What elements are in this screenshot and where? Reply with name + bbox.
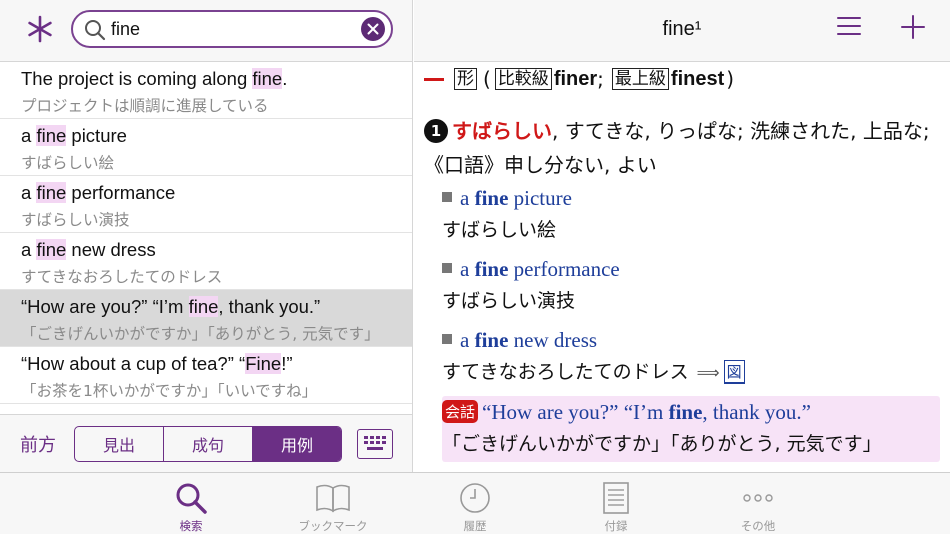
result-item[interactable]: a fine performance すばらしい演技 bbox=[0, 176, 412, 233]
search-mode-bar: 前方 見出 成句 用例 bbox=[0, 414, 412, 472]
result-japanese: すばらしい演技 bbox=[21, 211, 130, 229]
paren-close: ) bbox=[726, 67, 735, 91]
example-item: a fine performance すばらしい演技 bbox=[442, 257, 942, 313]
result-english: a fine performance bbox=[21, 182, 176, 203]
tab-label: 履歴 bbox=[463, 519, 487, 533]
conversation-example: 会話 “How are you?” “I’m fine, thank you.” … bbox=[442, 396, 940, 462]
tab-label: 付録 bbox=[604, 519, 628, 533]
sense-number: 1 bbox=[424, 119, 448, 143]
tab-bookmarks[interactable]: ブックマーク bbox=[278, 477, 388, 533]
superlative-label: 最上級 bbox=[611, 68, 669, 90]
conversation-japanese: 「ごきげんいかがですか」「ありがとう, 元気です」 bbox=[442, 433, 882, 455]
example-item: a fine picture すばらしい絵 bbox=[442, 186, 942, 242]
search-icon bbox=[84, 19, 106, 41]
sense-definition: 1 すばらしい, すてきな, りっぱな; 洗練された, 上品な; 《口語》申し分な… bbox=[424, 114, 934, 182]
search-input[interactable] bbox=[111, 17, 351, 41]
result-japanese: すばらしい絵 bbox=[21, 154, 115, 172]
superlative-form: finest bbox=[670, 67, 725, 90]
segment-phrase[interactable]: 成句 bbox=[164, 427, 253, 461]
search-pane: The project is coming along fine. プロジェクト… bbox=[0, 0, 413, 472]
result-item[interactable]: The project is coming along fine. プロジェクト… bbox=[0, 62, 412, 119]
dash-mark bbox=[424, 77, 444, 81]
comparative-label: 比較級 bbox=[494, 68, 552, 90]
example-english: a fine picture bbox=[442, 186, 942, 211]
segment-example[interactable]: 用例 bbox=[253, 427, 341, 461]
square-bullet-icon bbox=[442, 334, 452, 344]
arrow-right-icon: ⟹ bbox=[696, 363, 720, 382]
tab-more[interactable]: その他 bbox=[703, 477, 813, 533]
search-icon bbox=[176, 483, 207, 514]
entry-pane: fine¹ 形 ( 比較級 finer ; 最上級 finest) 1 すばら… bbox=[414, 0, 950, 472]
result-list: The project is coming along fine. プロジェクト… bbox=[0, 62, 412, 414]
semicolon: ; bbox=[597, 67, 604, 91]
more-icon bbox=[743, 494, 773, 502]
book-icon bbox=[316, 484, 350, 513]
search-field[interactable] bbox=[71, 10, 393, 48]
clock-icon bbox=[460, 483, 490, 513]
tab-label: その他 bbox=[740, 519, 776, 533]
result-japanese: 「ごきげんいかがですか」「ありがとう, 元気です」 bbox=[21, 325, 380, 343]
app: The project is coming along fine. プロジェクト… bbox=[0, 0, 950, 534]
asterisk-icon[interactable] bbox=[20, 9, 60, 49]
example-japanese: すてきなおろしたてのドレス ⟹ 図 bbox=[442, 357, 942, 384]
square-bullet-icon bbox=[442, 263, 452, 273]
tab-bar: 検索 ブックマーク 履歴 付録 その他 bbox=[0, 472, 950, 534]
sense-keyword: すばらしい bbox=[452, 119, 552, 143]
result-item-selected[interactable]: “How are you?” “I’m fine, thank you.” 「ご… bbox=[0, 290, 412, 347]
entry-headline: 形 ( 比較級 finer; 最上級 finest ) bbox=[424, 67, 734, 91]
keyboard-icon[interactable] bbox=[357, 429, 393, 459]
entry-nav-bar: fine¹ bbox=[414, 0, 950, 62]
conversation-english: 会話 “How are you?” “I’m fine, thank you.” bbox=[442, 400, 940, 425]
search-mode-segmented-control: 見出 成句 用例 bbox=[74, 426, 342, 462]
tab-history[interactable]: 履歴 bbox=[420, 477, 530, 533]
paren-open: ( bbox=[483, 67, 491, 91]
result-english: “How about a cup of tea?” “Fine!” bbox=[21, 353, 293, 374]
plus-icon[interactable] bbox=[900, 14, 926, 40]
result-item[interactable]: a fine picture すばらしい絵 bbox=[0, 119, 412, 176]
match-mode-label[interactable]: 前方 bbox=[20, 431, 56, 457]
example-english: a fine new dress bbox=[442, 328, 942, 353]
entry-title: fine¹ bbox=[662, 18, 702, 40]
tab-label: 検索 bbox=[179, 519, 203, 533]
example-japanese: すばらしい演技 bbox=[442, 290, 576, 312]
result-item[interactable]: a fine new dress すてきなおろしたてのドレス bbox=[0, 233, 412, 290]
square-bullet-icon bbox=[442, 192, 452, 202]
menu-icon[interactable] bbox=[836, 15, 862, 37]
example-item: a fine new dress すてきなおろしたてのドレス ⟹ 図 bbox=[442, 328, 942, 384]
example-english: a fine performance bbox=[442, 257, 942, 282]
figure-link[interactable]: 図 bbox=[723, 360, 745, 384]
tab-label: ブックマーク bbox=[298, 519, 368, 533]
clear-search-icon[interactable] bbox=[361, 17, 385, 41]
conversation-tag: 会話 bbox=[442, 400, 479, 423]
result-english: The project is coming along fine. bbox=[21, 68, 288, 89]
result-japanese: プロジェクトは順調に進展している bbox=[21, 97, 269, 115]
result-japanese: 「お茶を1杯いかがですか」「いいですね」 bbox=[21, 382, 318, 400]
example-japanese: すばらしい絵 bbox=[442, 219, 557, 241]
result-japanese: すてきなおろしたてのドレス bbox=[21, 268, 223, 286]
tab-search[interactable]: 検索 bbox=[136, 477, 246, 533]
result-english: “How are you?” “I’m fine, thank you.” bbox=[21, 296, 321, 317]
document-icon bbox=[603, 482, 629, 514]
result-english: a fine new dress bbox=[21, 239, 156, 260]
result-english: a fine picture bbox=[21, 125, 127, 146]
comparative-form: finer bbox=[553, 67, 598, 90]
pos-label: 形 bbox=[454, 68, 477, 90]
tab-appendix[interactable]: 付録 bbox=[561, 477, 671, 533]
segment-headword[interactable]: 見出 bbox=[75, 427, 164, 461]
search-bar bbox=[0, 0, 412, 62]
result-item[interactable]: “How about a cup of tea?” “Fine!” 「お茶を1杯… bbox=[0, 347, 412, 404]
